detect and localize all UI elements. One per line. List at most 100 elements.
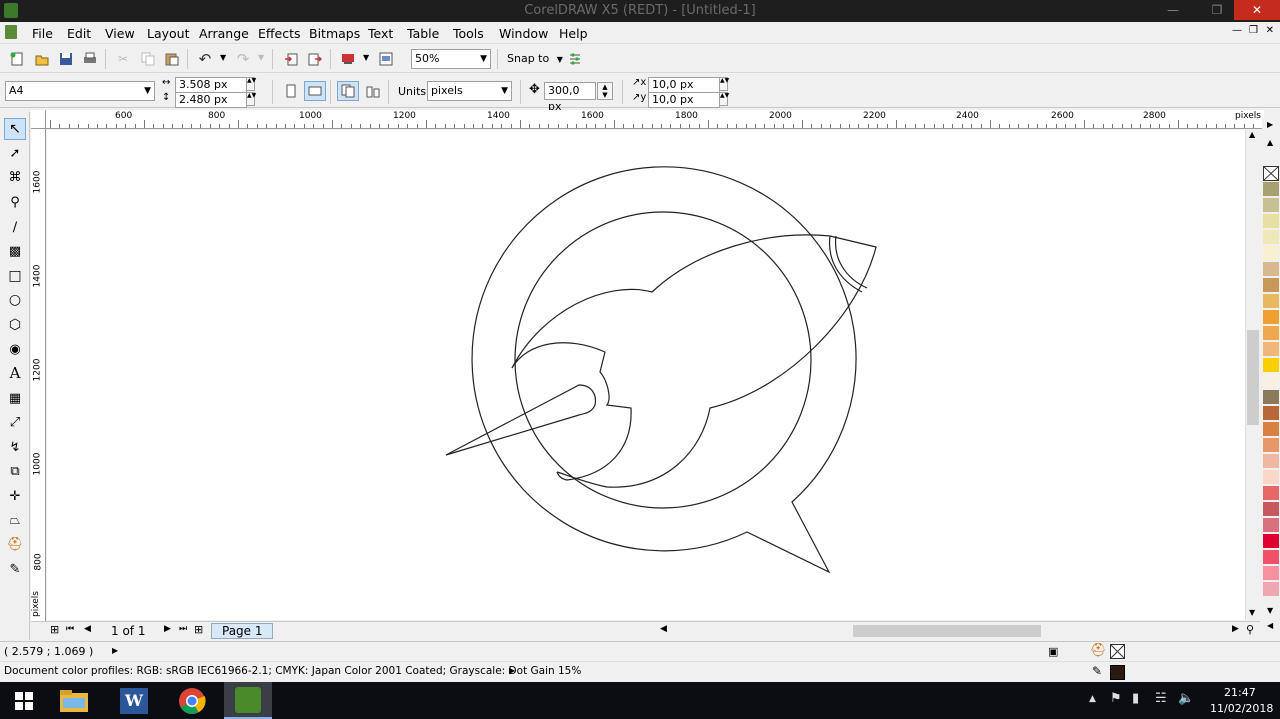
rectangle-tool-icon[interactable]: □ (6, 267, 24, 285)
all-pages-icon[interactable] (337, 81, 359, 101)
document-color-profiles[interactable]: Document color profiles: RGB: sRGB IEC61… (4, 665, 581, 677)
paper-size-select[interactable]: A4 ▼ (5, 81, 155, 101)
smart-fill-tool-icon[interactable]: ▩ (6, 242, 24, 260)
blend-tool-icon[interactable]: ⧉ (6, 462, 24, 480)
add-page-before-icon[interactable]: ⊞ (50, 623, 59, 636)
welcome-screen-icon[interactable] (377, 50, 395, 68)
palette-up-icon[interactable]: ▲ (1267, 138, 1273, 147)
palette-swatch[interactable] (1263, 566, 1279, 581)
menu-tools[interactable]: Tools (453, 26, 484, 41)
width-spinner[interactable]: ▲▼ (246, 77, 256, 91)
fill-indicator-icon[interactable]: ⛑ (1090, 643, 1107, 658)
first-page-icon[interactable]: ⏮ (66, 624, 74, 634)
doc-close-button[interactable]: ✕ (1266, 25, 1274, 36)
basic-shapes-tool-icon[interactable]: ◉ (6, 340, 24, 358)
height-spinner[interactable]: ▲▼ (246, 92, 256, 106)
palette-swatch[interactable] (1263, 390, 1279, 405)
menu-table[interactable]: Table (407, 26, 439, 41)
minimize-button[interactable]: — (1158, 0, 1188, 20)
palette-swatch[interactable] (1263, 182, 1279, 197)
palette-swatch[interactable] (1263, 198, 1279, 213)
zoom-level-select[interactable]: 50% ▼ (411, 49, 491, 69)
network-icon[interactable]: ☵ (1155, 691, 1167, 706)
palette-swatch[interactable] (1263, 518, 1279, 533)
profiles-arrow-icon[interactable]: ▶ (509, 666, 515, 675)
fill-none-swatch[interactable] (1110, 644, 1125, 659)
zoom-tool-icon[interactable]: ⚲ (6, 193, 24, 211)
polygon-tool-icon[interactable]: ⬡ (6, 316, 24, 334)
palette-swatch[interactable] (1263, 214, 1279, 229)
connector-tool-icon[interactable]: ↯ (6, 438, 24, 456)
zoom-navigator-icon[interactable]: ⚲ (1246, 623, 1254, 636)
undo-dropdown-icon[interactable]: ▼ (220, 53, 226, 62)
coreldraw-taskbar-icon[interactable] (224, 682, 272, 719)
doc-minimize-button[interactable]: — (1232, 25, 1242, 36)
volume-icon[interactable]: 🔈 (1178, 691, 1194, 706)
palette-swatch[interactable] (1263, 358, 1279, 373)
pick-tool-icon[interactable]: ↖ (4, 118, 26, 140)
text-tool-icon[interactable]: A (6, 364, 24, 382)
ellipse-tool-icon[interactable]: ○ (6, 291, 24, 309)
new-document-icon[interactable] (8, 50, 26, 68)
menu-view[interactable]: View (105, 26, 135, 41)
copy-icon[interactable] (139, 50, 157, 68)
palette-down-icon[interactable]: ▼ (1267, 606, 1273, 615)
add-page-after-icon[interactable]: ⊞ (194, 623, 203, 636)
palette-swatch[interactable] (1263, 486, 1279, 501)
table-tool-icon[interactable]: ▦ (6, 389, 24, 407)
palette-swatch[interactable] (1263, 262, 1279, 277)
eyedropper-tool-icon[interactable]: ✛ (6, 487, 24, 505)
clock-time[interactable]: 21:47 (1224, 686, 1256, 699)
scroll-left-icon[interactable]: ◀ (660, 624, 667, 634)
duplicate-x-input[interactable]: 10,0 px (648, 77, 720, 93)
menu-help[interactable]: Help (559, 26, 588, 41)
doc-icon[interactable] (5, 25, 17, 39)
undo-icon[interactable]: ↶ (196, 50, 214, 68)
palette-swatch[interactable] (1263, 550, 1279, 565)
page-width-input[interactable]: 3.508 px (175, 77, 247, 93)
page-tab[interactable]: Page 1 (211, 623, 273, 639)
paste-icon[interactable] (163, 50, 181, 68)
palette-swatch[interactable] (1263, 406, 1279, 421)
palette-swatch[interactable] (1263, 246, 1279, 261)
freehand-tool-icon[interactable]: ∕ (6, 218, 24, 236)
dimension-tool-icon[interactable]: ⤢ (6, 413, 24, 431)
horizontal-scrollbar[interactable]: ◀ ▶ ⚲ (657, 621, 1260, 639)
menu-effects[interactable]: Effects (258, 26, 301, 41)
drawing-canvas[interactable] (47, 130, 1245, 620)
application-launcher-icon[interactable] (339, 50, 357, 68)
options-icon[interactable] (566, 50, 584, 68)
vertical-scroll-thumb[interactable] (1247, 330, 1259, 425)
nudge-spinner[interactable]: ▲ ▼ (597, 82, 613, 100)
palette-swatch[interactable] (1263, 454, 1279, 469)
action-center-flag-icon[interactable]: ⚑ (1110, 691, 1122, 706)
palette-swatch[interactable] (1263, 582, 1279, 597)
dup-y-spinner[interactable]: ▲▼ (719, 92, 729, 106)
scroll-up-icon[interactable]: ▲ (1249, 130, 1255, 139)
horizontal-ruler[interactable]: 600 800 1000 1200 1400 1600 1800 2000 22… (46, 110, 1264, 129)
last-page-icon[interactable]: ⏭ (179, 624, 187, 634)
menu-file[interactable]: File (32, 26, 53, 41)
duplicate-y-input[interactable]: 10,0 px (648, 92, 720, 108)
show-hidden-icons[interactable]: ▲ (1089, 694, 1096, 704)
close-button[interactable]: ✕ (1234, 0, 1280, 20)
palette-swatch[interactable] (1263, 438, 1279, 453)
open-icon[interactable] (33, 50, 51, 68)
previous-page-icon[interactable]: ◀ (84, 624, 91, 634)
current-page-icon[interactable] (364, 82, 382, 100)
menu-edit[interactable]: Edit (67, 26, 91, 41)
palette-swatch[interactable] (1263, 502, 1279, 517)
screen-icon[interactable]: ▣ (1048, 645, 1058, 658)
dup-x-spinner[interactable]: ▲▼ (719, 77, 729, 91)
outline-pen-tool-icon[interactable]: ⏢ (6, 511, 24, 529)
palette-swatch[interactable] (1263, 534, 1279, 549)
no-color-swatch[interactable] (1263, 166, 1279, 181)
palette-swatch[interactable] (1263, 374, 1279, 389)
menu-arrange[interactable]: Arrange (199, 26, 249, 41)
palette-swatch[interactable] (1263, 294, 1279, 309)
file-explorer-icon[interactable] (50, 682, 98, 719)
redo-icon[interactable]: ↷ (234, 50, 252, 68)
scroll-right-icon[interactable]: ▶ (1232, 624, 1239, 634)
import-icon[interactable] (282, 50, 300, 68)
print-icon[interactable] (81, 50, 99, 68)
